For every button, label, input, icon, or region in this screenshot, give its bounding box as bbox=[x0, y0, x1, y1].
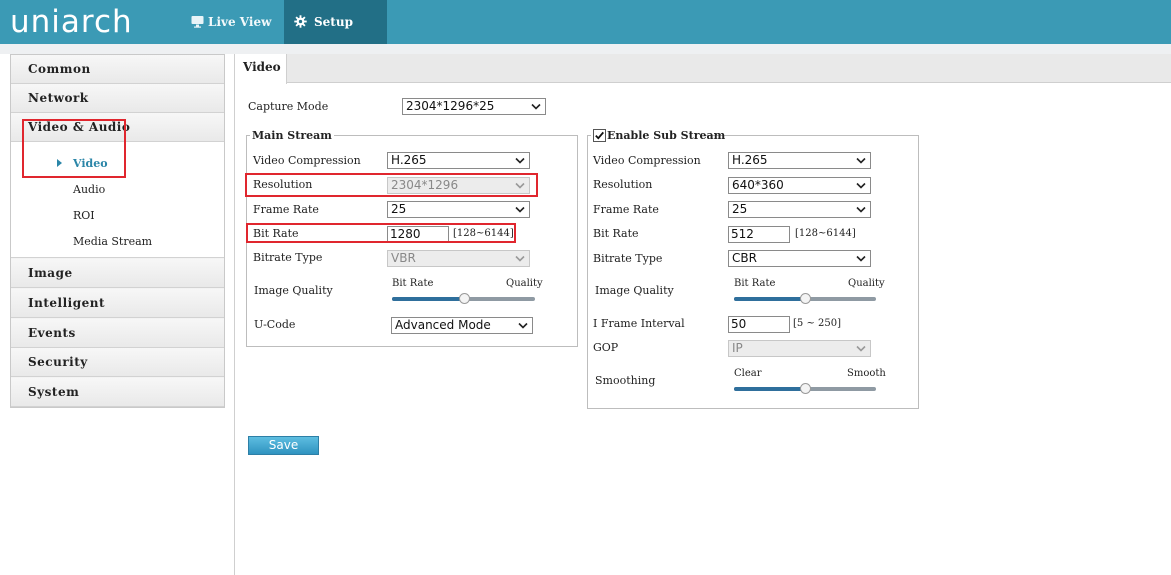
main-image-quality-label: Image Quality bbox=[254, 284, 333, 297]
highlight-box-resolution bbox=[245, 173, 538, 197]
nav-live-view-label: Live View bbox=[208, 15, 272, 29]
main-stream-title: Main Stream bbox=[250, 129, 334, 143]
sub-bitrate-type-label: Bitrate Type bbox=[593, 252, 663, 265]
sub-image-quality-label: Image Quality bbox=[595, 284, 674, 297]
sidebar-item-network[interactable]: Network bbox=[11, 84, 224, 113]
sub-video-compression-label: Video Compression bbox=[593, 154, 701, 167]
save-button[interactable]: Save bbox=[248, 436, 319, 455]
sub-video-compression-value: H.265 bbox=[732, 153, 768, 167]
chevron-down-icon bbox=[515, 255, 525, 262]
main-frame-rate-value: 25 bbox=[391, 202, 407, 216]
main-video-compression-select[interactable]: H.265 bbox=[387, 152, 530, 169]
sub-gop-label: GOP bbox=[593, 341, 619, 354]
tab-bar: Video bbox=[235, 54, 1171, 84]
highlight-box-video-audio bbox=[22, 119, 126, 178]
sub-bitrate-type-value: CBR bbox=[732, 251, 757, 265]
sub-image-quality-left-label: Bit Rate bbox=[734, 278, 776, 289]
chevron-down-icon bbox=[856, 345, 866, 352]
sub-frame-rate-select[interactable]: 25 bbox=[728, 201, 871, 218]
slider-fill bbox=[734, 387, 805, 391]
sub-image-quality-right-label: Quality bbox=[848, 278, 885, 289]
capture-mode-value: 2304*1296*25 bbox=[406, 99, 495, 113]
tab-video[interactable]: Video bbox=[235, 54, 287, 84]
sidebar-item-system[interactable]: System bbox=[11, 378, 224, 407]
sub-smoothing-left-label: Clear bbox=[734, 368, 762, 379]
enable-sub-stream-checkbox[interactable] bbox=[593, 129, 606, 142]
sidebar: Common Network Video & Audio Video Audio… bbox=[10, 54, 225, 408]
top-header: uniarch Live View Setup bbox=[0, 0, 1171, 44]
sub-bit-rate-range: [128~6144] bbox=[795, 228, 856, 239]
sidebar-item-intelligent[interactable]: Intelligent bbox=[11, 289, 224, 318]
chevron-down-icon bbox=[856, 255, 866, 262]
chevron-down-icon bbox=[518, 322, 528, 329]
sub-smoothing-right-label: Smooth bbox=[847, 368, 886, 379]
sub-gop-value: IP bbox=[732, 341, 743, 355]
main-image-quality-right-label: Quality bbox=[506, 278, 543, 289]
nav-setup-label: Setup bbox=[314, 15, 353, 29]
sub-resolution-value: 640*360 bbox=[732, 178, 784, 192]
brand-logo: uniarch bbox=[10, 4, 133, 40]
sub-stream-title: Enable Sub Stream bbox=[607, 129, 726, 142]
slider-thumb[interactable] bbox=[800, 293, 811, 304]
main-frame-rate-label: Frame Rate bbox=[253, 203, 319, 216]
sub-video-compression-select[interactable]: H.265 bbox=[728, 152, 871, 169]
nav-live-view[interactable]: Live View bbox=[186, 0, 282, 44]
chevron-down-icon bbox=[856, 206, 866, 213]
sub-smoothing-label: Smoothing bbox=[595, 374, 656, 387]
sub-frame-rate-label: Frame Rate bbox=[593, 203, 659, 216]
highlight-box-bit-rate bbox=[246, 223, 516, 243]
chevron-down-icon bbox=[531, 103, 541, 110]
capture-mode-select[interactable]: 2304*1296*25 bbox=[402, 98, 546, 115]
submenu-item-audio[interactable]: Audio bbox=[73, 182, 105, 198]
main-image-quality-slider[interactable] bbox=[392, 293, 535, 305]
main-frame-rate-select[interactable]: 25 bbox=[387, 201, 530, 218]
sub-resolution-label: Resolution bbox=[593, 178, 653, 191]
capture-mode-label: Capture Mode bbox=[248, 100, 329, 113]
sub-image-quality-slider[interactable] bbox=[734, 293, 876, 305]
sub-i-frame-interval-range: [5 ~ 250] bbox=[793, 318, 841, 329]
chevron-down-icon bbox=[856, 157, 866, 164]
checkmark-icon bbox=[595, 131, 604, 140]
main-u-code-value: Advanced Mode bbox=[395, 318, 491, 332]
sidebar-item-events[interactable]: Events bbox=[11, 319, 224, 348]
sidebar-item-security[interactable]: Security bbox=[11, 348, 224, 377]
main-bitrate-type-select[interactable]: VBR bbox=[387, 250, 530, 267]
nav-setup[interactable]: Setup bbox=[284, 0, 387, 44]
sub-smoothing-slider[interactable] bbox=[734, 383, 876, 395]
main-u-code-label: U-Code bbox=[254, 318, 296, 331]
main-video-compression-label: Video Compression bbox=[253, 154, 361, 167]
gear-icon bbox=[294, 15, 307, 28]
sub-i-frame-interval-label: I Frame Interval bbox=[593, 317, 685, 330]
main-bitrate-type-label: Bitrate Type bbox=[253, 251, 323, 264]
slider-fill bbox=[734, 297, 805, 301]
sub-bit-rate-input[interactable]: 512 bbox=[728, 226, 790, 243]
chevron-down-icon bbox=[856, 182, 866, 189]
chevron-down-icon bbox=[515, 157, 525, 164]
main-image-quality-left-label: Bit Rate bbox=[392, 278, 434, 289]
submenu-item-media-stream[interactable]: Media Stream bbox=[73, 234, 152, 250]
slider-fill bbox=[392, 297, 464, 301]
header-divider bbox=[0, 44, 1171, 54]
slider-thumb[interactable] bbox=[459, 293, 470, 304]
sidebar-item-common[interactable]: Common bbox=[11, 55, 224, 84]
sub-bitrate-type-select[interactable]: CBR bbox=[728, 250, 871, 267]
sub-i-frame-interval-input[interactable]: 50 bbox=[728, 316, 790, 333]
main-bitrate-type-value: VBR bbox=[391, 251, 416, 265]
sub-resolution-select[interactable]: 640*360 bbox=[728, 177, 871, 194]
sidebar-item-image[interactable]: Image bbox=[11, 259, 224, 288]
sub-gop-select[interactable]: IP bbox=[728, 340, 871, 357]
sub-bit-rate-label: Bit Rate bbox=[593, 227, 639, 240]
main-video-compression-value: H.265 bbox=[391, 153, 427, 167]
slider-thumb[interactable] bbox=[800, 383, 811, 394]
main-u-code-select[interactable]: Advanced Mode bbox=[391, 317, 533, 334]
submenu-item-roi[interactable]: ROI bbox=[73, 208, 95, 224]
sub-frame-rate-value: 25 bbox=[732, 202, 748, 216]
monitor-icon bbox=[191, 16, 204, 28]
chevron-down-icon bbox=[515, 206, 525, 213]
